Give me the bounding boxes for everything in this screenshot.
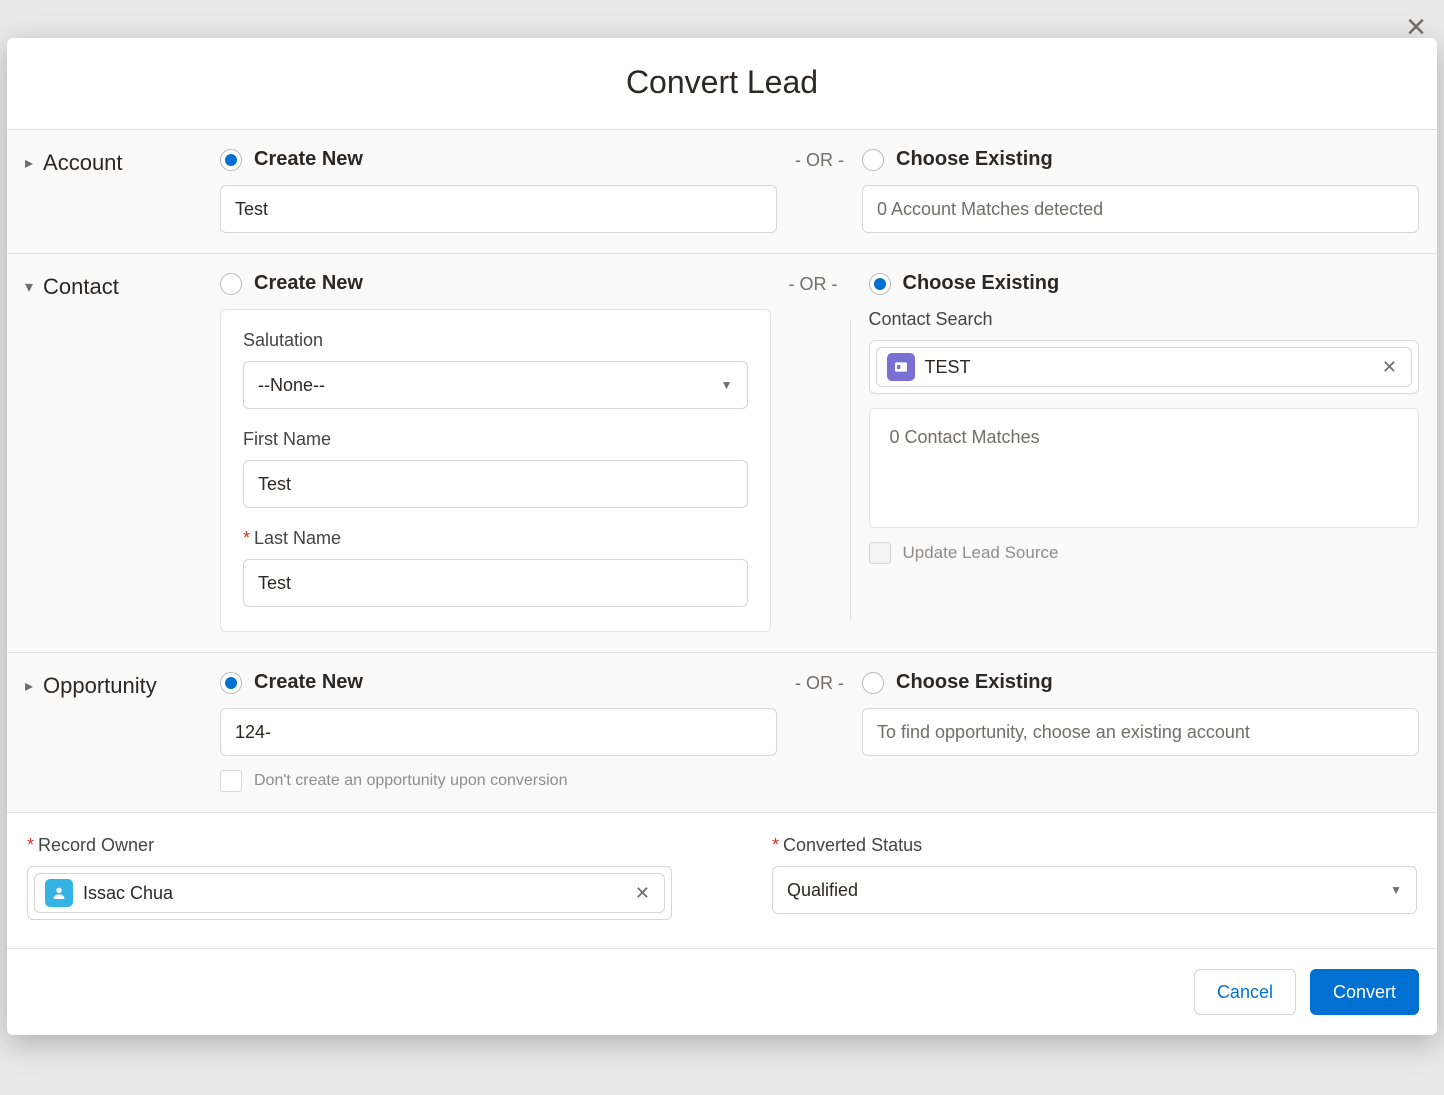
radio-account-create-new[interactable] — [220, 149, 242, 171]
radio-label: Create New — [254, 671, 363, 694]
account-name-input[interactable]: Test — [220, 185, 777, 233]
or-separator: - OR - — [789, 671, 850, 694]
or-separator: - OR - — [789, 148, 850, 171]
convert-lead-modal: Convert Lead ▸ Account Create New Test -… — [7, 38, 1437, 1035]
first-name-input[interactable]: Test — [243, 460, 748, 508]
radio-label: Create New — [254, 272, 363, 295]
radio-opportunity-choose-existing[interactable] — [862, 672, 884, 694]
pill-remove-icon[interactable]: ✕ — [1378, 357, 1401, 378]
pill-remove-icon[interactable]: ✕ — [631, 883, 654, 904]
lookup-pill: Issac Chua ✕ — [34, 873, 665, 913]
section-heading-account: Account — [43, 150, 123, 176]
opportunity-existing-hint: To find opportunity, choose an existing … — [862, 708, 1419, 756]
caret-down-icon: ▼ — [1390, 883, 1402, 897]
checkbox-update-lead-source — [869, 542, 891, 564]
radio-contact-choose-existing[interactable] — [869, 273, 891, 295]
section-heading-contact: Contact — [43, 274, 119, 300]
divider — [850, 320, 851, 620]
checkbox-label: Don't create an opportunity upon convers… — [254, 772, 567, 790]
contact-search-lookup[interactable]: TEST ✕ — [869, 340, 1420, 394]
salutation-value: --None-- — [258, 375, 325, 396]
radio-account-choose-existing[interactable] — [862, 149, 884, 171]
converted-status-value: Qualified — [787, 880, 858, 901]
checkbox-dont-create-opportunity[interactable] — [220, 770, 242, 792]
salutation-select[interactable]: --None-- ▼ — [243, 361, 748, 409]
cancel-button[interactable]: Cancel — [1194, 969, 1296, 1015]
modal-title: Convert Lead — [7, 38, 1437, 129]
section-owner-status: *Record Owner Issac Chua ✕ *Converted St… — [7, 812, 1437, 948]
label-salutation: Salutation — [243, 330, 748, 351]
section-contact: ▾ Contact Create New Salutation --None-- — [7, 253, 1437, 652]
pill-text: TEST — [925, 357, 1368, 378]
user-icon — [45, 879, 73, 907]
radio-label: Choose Existing — [896, 671, 1053, 694]
label-converted-status: *Converted Status — [772, 835, 1417, 856]
chevron-down-icon[interactable]: ▾ — [25, 277, 33, 297]
label-first-name: First Name — [243, 429, 748, 450]
account-matches-lookup[interactable]: 0 Account Matches detected — [862, 185, 1419, 233]
section-account: ▸ Account Create New Test - OR - Choose … — [7, 129, 1437, 253]
contact-matches-box: 0 Contact Matches — [869, 408, 1420, 528]
chevron-right-icon[interactable]: ▸ — [25, 153, 33, 173]
chevron-right-icon[interactable]: ▸ — [25, 676, 33, 696]
convert-button[interactable]: Convert — [1310, 969, 1419, 1015]
radio-label: Create New — [254, 148, 363, 171]
converted-status-select[interactable]: Qualified ▼ — [772, 866, 1417, 914]
label-record-owner: *Record Owner — [27, 835, 672, 856]
checkbox-label: Update Lead Source — [903, 543, 1059, 563]
modal-footer: Cancel Convert — [7, 948, 1437, 1035]
radio-label: Choose Existing — [903, 272, 1060, 295]
radio-contact-create-new[interactable] — [220, 273, 242, 295]
section-opportunity: ▸ Opportunity Create New 124- Don't crea… — [7, 652, 1437, 812]
caret-down-icon: ▼ — [721, 378, 733, 392]
radio-opportunity-create-new[interactable] — [220, 672, 242, 694]
radio-label: Choose Existing — [896, 148, 1053, 171]
label-contact-search: Contact Search — [869, 309, 1420, 330]
opportunity-name-input[interactable]: 124- — [220, 708, 777, 756]
contact-icon — [887, 353, 915, 381]
label-last-name: *Last Name — [243, 528, 748, 549]
lookup-pill: TEST ✕ — [876, 347, 1413, 387]
last-name-input[interactable]: Test — [243, 559, 748, 607]
section-heading-opportunity: Opportunity — [43, 673, 157, 699]
record-owner-lookup[interactable]: Issac Chua ✕ — [27, 866, 672, 920]
pill-text: Issac Chua — [83, 883, 621, 904]
or-separator: - OR - — [783, 272, 844, 295]
